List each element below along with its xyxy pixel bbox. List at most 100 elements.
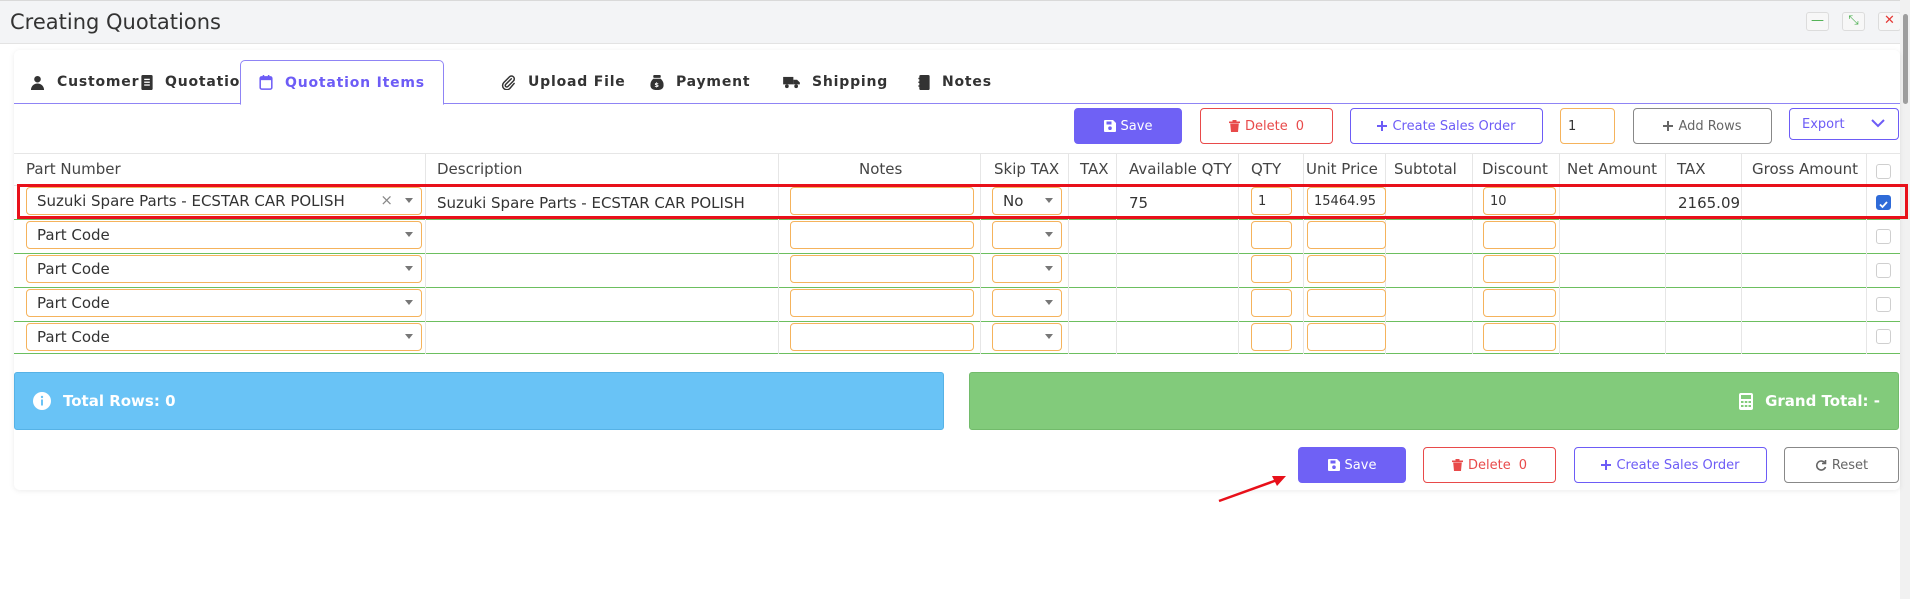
- discount-input[interactable]: [1483, 221, 1556, 249]
- skip-tax-select[interactable]: No: [992, 187, 1062, 215]
- floppy-disk-icon: [1327, 459, 1340, 471]
- qty-input[interactable]: 1: [1251, 187, 1292, 215]
- column-header-notes: Notes: [859, 160, 903, 178]
- plus-icon: [1601, 460, 1612, 470]
- row-divider: [14, 287, 1900, 288]
- caret-down-icon: [1045, 300, 1053, 305]
- unit-price-input[interactable]: [1307, 323, 1386, 351]
- close-button[interactable]: ✕: [1878, 12, 1901, 31]
- qty-input[interactable]: [1251, 289, 1292, 317]
- skip-tax-select[interactable]: [992, 221, 1062, 249]
- part-code-placeholder: Part Code: [37, 226, 110, 244]
- delete-button[interactable]: Delete 0: [1200, 108, 1333, 144]
- total-rows-panel: Total Rows: 0: [14, 372, 944, 430]
- tab-upload-file[interactable]: Upload File: [501, 60, 626, 104]
- part-code-select[interactable]: Part Code: [26, 221, 422, 249]
- minimize-button[interactable]: —: [1806, 12, 1829, 31]
- caret-down-icon: [405, 334, 413, 339]
- part-code-placeholder: Part Code: [37, 294, 110, 312]
- skip-tax-value: No: [1003, 192, 1024, 210]
- tab-label: Customer: [57, 74, 140, 90]
- part-code-placeholder: Part Code: [37, 328, 110, 346]
- unit-price-input[interactable]: [1307, 289, 1386, 317]
- column-header-qty: QTY: [1251, 160, 1282, 178]
- tab-customer[interactable]: Customer: [30, 60, 139, 104]
- tab-quotation[interactable]: Quotation: [141, 60, 251, 104]
- window-titlebar: Creating Quotations — ⤡ ✕: [0, 0, 1910, 44]
- tab-payment[interactable]: $ Payment: [650, 60, 750, 104]
- chevron-down-icon: [1870, 117, 1886, 133]
- trash-icon: [1229, 120, 1240, 132]
- row-divider: [14, 253, 1900, 254]
- info-icon: [33, 392, 51, 410]
- caret-down-icon: [1045, 198, 1053, 203]
- column-divider: [1068, 153, 1069, 354]
- unit-price-input[interactable]: [1307, 221, 1386, 249]
- row-checkbox[interactable]: [1876, 329, 1891, 344]
- footer-create-sales-order-button[interactable]: Create Sales Order: [1574, 447, 1767, 483]
- tab-notes[interactable]: Notes: [918, 60, 992, 104]
- caret-down-icon: [405, 266, 413, 271]
- row-checkbox[interactable]: [1876, 297, 1891, 312]
- row-checkbox[interactable]: [1876, 195, 1891, 210]
- tab-label: Quotation: [165, 74, 251, 90]
- column-divider: [980, 153, 981, 354]
- footer-delete-button[interactable]: Delete 0: [1423, 447, 1556, 483]
- discount-input[interactable]: 10: [1483, 187, 1556, 215]
- scrollbar-thumb[interactable]: [1903, 14, 1908, 104]
- notes-input[interactable]: [790, 221, 974, 249]
- restore-button[interactable]: ⤡: [1842, 12, 1865, 31]
- tab-bar: Customer Quotation Quotation Items Uploa…: [14, 60, 1900, 105]
- discount-input[interactable]: [1483, 289, 1556, 317]
- notes-input[interactable]: [790, 323, 974, 351]
- reset-label: Reset: [1831, 457, 1869, 473]
- part-code-select[interactable]: Part Code: [26, 323, 422, 351]
- qty-input[interactable]: [1251, 221, 1292, 249]
- part-number-select[interactable]: Suzuki Spare Parts - ECSTAR CAR POLISH ×: [26, 187, 422, 215]
- notes-input[interactable]: [790, 289, 974, 317]
- caret-down-icon: [1045, 334, 1053, 339]
- row-checkbox[interactable]: [1876, 229, 1891, 244]
- svg-text:$: $: [654, 81, 659, 89]
- skip-tax-select[interactable]: [992, 255, 1062, 283]
- column-header-net-amount: Net Amount: [1567, 160, 1658, 178]
- qty-input[interactable]: [1251, 255, 1292, 283]
- notes-input[interactable]: [790, 255, 974, 283]
- unit-price-input[interactable]: 15464.95: [1307, 187, 1386, 215]
- skip-tax-select[interactable]: [992, 289, 1062, 317]
- tab-shipping[interactable]: Shipping: [783, 60, 888, 104]
- column-divider: [1741, 153, 1742, 354]
- clear-icon[interactable]: ×: [380, 191, 393, 209]
- skip-tax-select[interactable]: [992, 323, 1062, 351]
- part-code-select[interactable]: Part Code: [26, 255, 422, 283]
- discount-input[interactable]: [1483, 255, 1556, 283]
- row-count-input[interactable]: [1560, 108, 1615, 144]
- column-header-tax: TAX: [1080, 160, 1109, 178]
- add-rows-button[interactable]: Add Rows: [1633, 108, 1772, 144]
- footer-save-button[interactable]: Save: [1298, 447, 1406, 483]
- document-icon: [141, 74, 153, 90]
- window-title: Creating Quotations: [10, 10, 221, 34]
- create-sales-order-button[interactable]: Create Sales Order: [1350, 108, 1543, 144]
- unit-price-input[interactable]: [1307, 255, 1386, 283]
- description-text: Suzuki Spare Parts - ECSTAR CAR POLISH: [437, 194, 745, 212]
- discount-input[interactable]: [1483, 323, 1556, 351]
- available-qty-value: 75: [1129, 194, 1149, 212]
- reset-button[interactable]: Reset: [1784, 447, 1899, 483]
- total-rows-value: 0: [165, 392, 176, 410]
- part-code-select[interactable]: Part Code: [26, 289, 422, 317]
- column-divider: [1238, 153, 1239, 354]
- plus-icon: [1377, 121, 1388, 131]
- row-divider: [14, 353, 1900, 354]
- row-divider: [14, 219, 1900, 220]
- save-button[interactable]: Save: [1074, 108, 1182, 144]
- export-dropdown[interactable]: Export: [1789, 108, 1899, 140]
- select-all-checkbox[interactable]: [1876, 164, 1891, 179]
- column-header-skip-tax: Skip TAX: [994, 160, 1060, 178]
- create-sales-order-label: Create Sales Order: [1392, 118, 1516, 134]
- tab-quotation-items[interactable]: Quotation Items: [240, 60, 444, 105]
- money-bag-icon: $: [650, 74, 664, 90]
- row-checkbox[interactable]: [1876, 263, 1891, 278]
- notes-input[interactable]: [790, 187, 974, 215]
- qty-input[interactable]: [1251, 323, 1292, 351]
